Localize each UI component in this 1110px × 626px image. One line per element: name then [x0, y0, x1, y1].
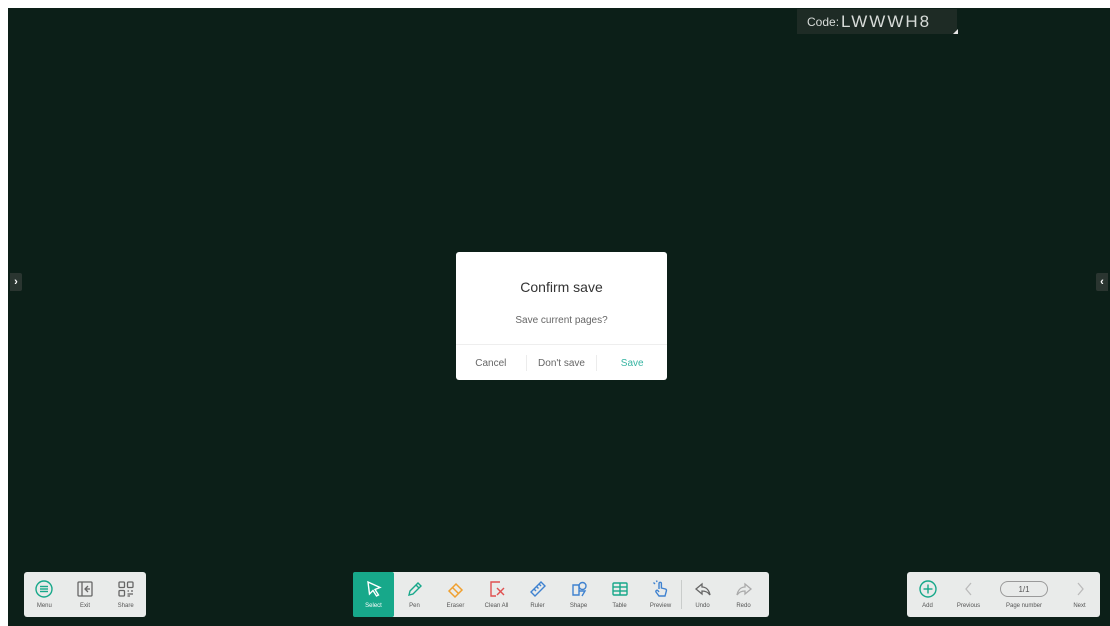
dialog-actions: Cancel Don't save Save	[456, 344, 667, 381]
next-label: Next	[1073, 603, 1086, 609]
page-number-label: Page number	[1005, 603, 1043, 609]
session-code-box: Code: LWWWH8	[797, 9, 958, 34]
page-toolbar: Add Previous 1/1 Page number Next	[907, 572, 1100, 617]
pen-icon	[407, 582, 422, 596]
eraser-tool[interactable]: Eraser	[435, 572, 476, 617]
clean-all-icon	[489, 581, 504, 597]
dialog-message: Save current pages?	[515, 315, 608, 326]
qr-share-icon	[118, 581, 134, 597]
undo-label: Undo	[695, 603, 710, 609]
cancel-button[interactable]: Cancel	[456, 345, 526, 381]
select-tool[interactable]: Select	[353, 572, 394, 617]
dialog-title: Confirm save	[520, 279, 603, 295]
select-arrow-icon	[366, 580, 382, 597]
ruler-tool[interactable]: Ruler	[517, 572, 558, 617]
ruler-label: Ruler	[530, 603, 545, 609]
preview-label: Preview	[649, 603, 672, 609]
table-tool[interactable]: Table	[599, 572, 640, 617]
undo-button[interactable]: Undo	[682, 572, 723, 617]
clean-all-label: Clean All	[484, 603, 509, 609]
shape-tool[interactable]: Shape	[558, 572, 599, 617]
redo-label: Redo	[736, 603, 751, 609]
add-page-button[interactable]: Add	[907, 572, 948, 617]
redo-icon	[735, 582, 752, 596]
exit-icon	[77, 581, 93, 597]
left-expand-tab[interactable]: ›	[10, 273, 22, 291]
preview-hand-icon	[652, 580, 667, 597]
previous-label: Previous	[956, 603, 981, 609]
previous-page-button[interactable]: Previous	[948, 572, 989, 617]
shape-label: Shape	[569, 603, 588, 609]
table-icon	[611, 582, 628, 596]
menu-button[interactable]: Menu	[24, 572, 65, 617]
code-label: Code:	[807, 14, 840, 29]
share-label: Share	[117, 603, 134, 609]
menu-icon	[35, 580, 54, 598]
left-toolbar: Menu Exit Share	[24, 572, 146, 617]
clean-all-tool[interactable]: Clean All	[476, 572, 517, 617]
add-circle-icon	[918, 580, 937, 598]
right-expand-tab[interactable]: ‹	[1096, 273, 1108, 291]
main-toolbar: Select Pen Eraser Clean All Ruler Shape …	[353, 572, 769, 617]
redo-button[interactable]: Redo	[723, 572, 764, 617]
eraser-icon	[447, 582, 463, 599]
preview-tool[interactable]: Preview	[640, 572, 681, 617]
save-button[interactable]: Save	[597, 345, 667, 381]
resize-corner-icon[interactable]	[953, 29, 958, 34]
share-button[interactable]: Share	[105, 572, 146, 617]
add-label: Add	[922, 603, 933, 609]
whiteboard-canvas[interactable]: Code: LWWWH8 › ‹ Confirm save Save curre…	[8, 8, 1110, 626]
select-label: Select	[365, 603, 382, 609]
pen-tool[interactable]: Pen	[394, 572, 435, 617]
shape-icon	[571, 581, 587, 597]
chevron-right-icon: ›	[14, 276, 18, 288]
pen-label: Pen	[409, 603, 420, 609]
exit-label: Exit	[80, 603, 91, 609]
page-number-control[interactable]: 1/1 Page number	[989, 572, 1059, 617]
undo-icon	[694, 582, 711, 596]
page-number-value: 1/1	[1018, 584, 1030, 594]
page-number-box[interactable]: 1/1	[1000, 581, 1048, 597]
dont-save-button[interactable]: Don't save	[527, 345, 597, 381]
ruler-icon	[529, 581, 546, 597]
eraser-label: Eraser	[446, 603, 465, 609]
next-page-button[interactable]: Next	[1059, 572, 1100, 617]
exit-button[interactable]: Exit	[65, 572, 106, 617]
chevron-left-icon	[964, 582, 971, 596]
chevron-right-icon	[1077, 582, 1084, 596]
table-label: Table	[612, 603, 627, 609]
confirm-save-dialog: Confirm save Save current pages? Cancel …	[456, 252, 667, 380]
code-value: LWWWH8	[841, 11, 932, 31]
menu-label: Menu	[36, 603, 52, 609]
chevron-left-icon: ‹	[1100, 276, 1104, 288]
